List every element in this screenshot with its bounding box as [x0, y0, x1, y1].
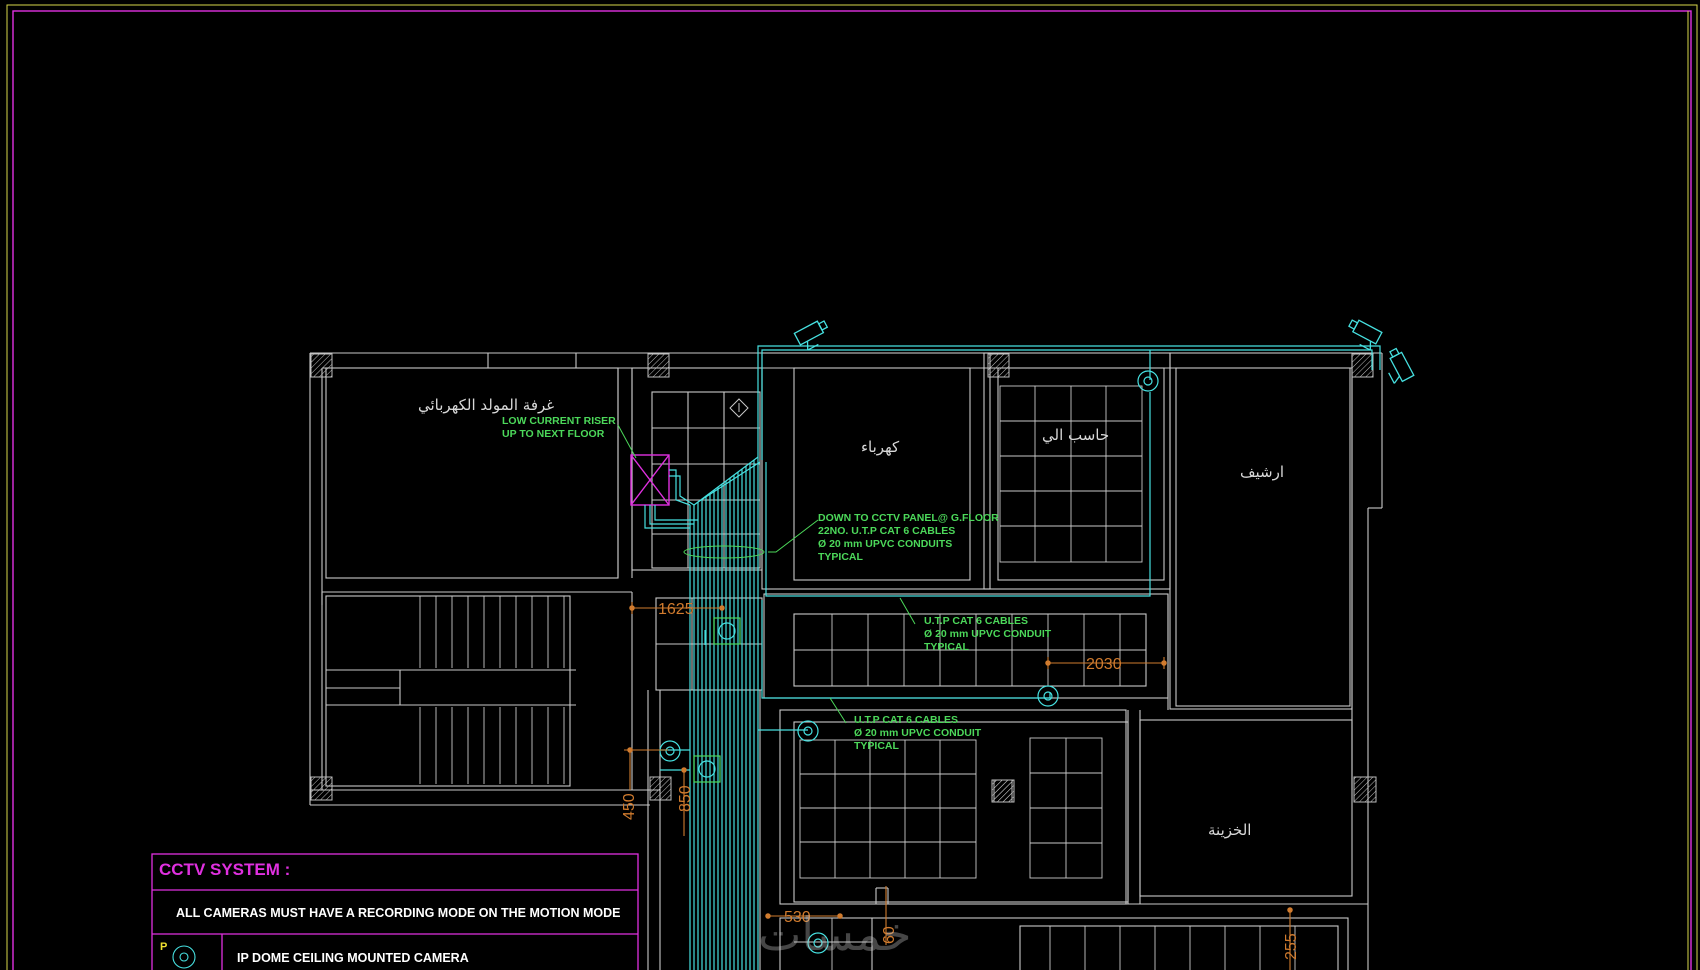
- riser-shaft-icon: [630, 454, 670, 506]
- cable-note-a-line3: TYPICAL: [924, 641, 970, 653]
- dimension-450: 450: [621, 793, 638, 820]
- room-label-computer: حاسب الي: [1042, 426, 1109, 445]
- dimension-255: 255: [1283, 933, 1300, 960]
- dimension-lines: [624, 602, 1293, 970]
- legend-item-mark: P: [160, 941, 167, 953]
- cctv-bullet-camera-icon: [793, 319, 1415, 384]
- sheet-inner-border: [12, 10, 1692, 970]
- dimension-1625: 1625: [658, 601, 694, 618]
- legend-title: CCTV SYSTEM :: [159, 860, 290, 879]
- ip-dome-camera-icon: [659, 370, 1159, 954]
- cad-drawing: غرفة المولد الكهربائي كهرباء حاسب الي ار…: [6, 4, 1698, 970]
- room-label-generator: غرفة المولد الكهربائي: [418, 396, 554, 415]
- legend-item-label: IP DOME CEILING MOUNTED CAMERA: [237, 951, 469, 965]
- legend-dome-camera-icon: [172, 945, 196, 969]
- riser-note-line1: LOW CURRENT RISER: [502, 415, 616, 427]
- building-walls: [309, 352, 1383, 970]
- cable-note-a-line2: Ø 20 mm UPVC CONDUIT: [924, 628, 1052, 640]
- room-label-archive: ارشيف: [1240, 463, 1284, 481]
- room-label-electrical: كهرباء: [861, 438, 900, 456]
- panel-note-line2: 22NO. U.T.P CAT 6 CABLES: [818, 525, 955, 537]
- cable-note-b-line1: U.T.P CAT 6 CABLES: [854, 714, 958, 726]
- watermark: خمسات: [758, 907, 911, 961]
- sheet-outer-border: [6, 4, 1698, 970]
- cable-note-a-line1: U.T.P CAT 6 CABLES: [924, 615, 1028, 627]
- floor-tile-grids: [794, 385, 1296, 970]
- cable-note-b-line3: TYPICAL: [854, 740, 900, 752]
- dimension-850: 850: [677, 785, 694, 812]
- stair-treads: [419, 596, 565, 784]
- riser-note-line2: UP TO NEXT FLOOR: [502, 428, 605, 440]
- panel-note-line3: Ø 20 mm UPVC CONDUITS: [818, 538, 952, 550]
- panel-note-line4: TYPICAL: [818, 551, 864, 563]
- equipment-hatch-icon: [993, 779, 1015, 803]
- cable-note-b-line2: Ø 20 mm UPVC CONDUIT: [854, 727, 982, 739]
- room-label-treasury: الخزينة: [1208, 821, 1251, 839]
- level-marker-icon: [729, 398, 749, 418]
- cctv-cable-runs: [644, 345, 1381, 970]
- legend-rule: ALL CAMERAS MUST HAVE A RECORDING MODE O…: [176, 906, 620, 920]
- dimension-2030: 2030: [1086, 656, 1122, 673]
- panel-note-line1: DOWN TO CCTV PANEL@ G.FLOOR: [818, 512, 999, 524]
